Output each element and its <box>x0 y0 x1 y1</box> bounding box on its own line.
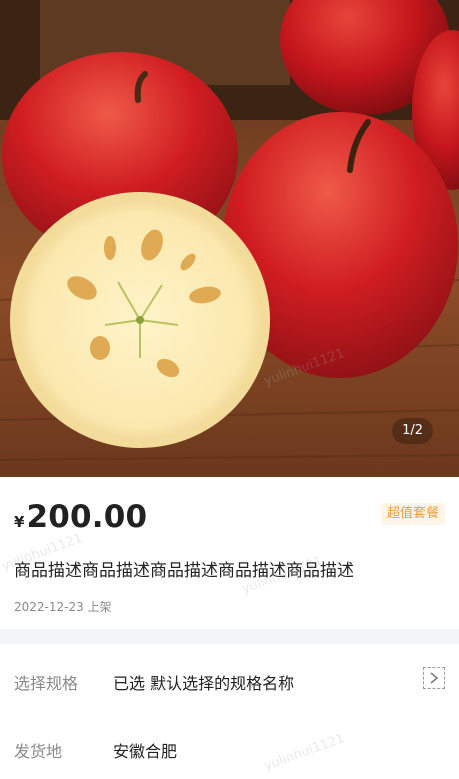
chevron-right-icon[interactable] <box>423 667 445 689</box>
spec-selector-row[interactable]: 选择规格 已选 默认选择的规格名称 <box>0 644 459 716</box>
spec-label: 选择规格 <box>14 674 79 693</box>
shipping-origin-value: 安徽合肥 <box>113 742 178 761</box>
currency-symbol: ¥ <box>14 513 25 531</box>
listing-date: 2022-12-23 上架 <box>14 600 112 614</box>
carousel-page-indicator: 1/2 <box>392 418 433 444</box>
product-photo-apples <box>0 0 459 461</box>
section-divider <box>0 629 459 644</box>
product-price: ¥ 200.00 <box>14 499 147 535</box>
product-image-carousel[interactable]: 1/2 <box>0 0 459 477</box>
value-bundle-badge: 超值套餐 <box>380 503 445 525</box>
product-title: 商品描述商品描述商品描述商品描述商品描述 <box>14 561 354 581</box>
shipping-label: 发货地 <box>14 742 63 761</box>
shipping-origin-row: 发货地 安徽合肥 <box>0 716 459 779</box>
price-amount: 200.00 <box>26 499 148 535</box>
product-summary: ¥ 200.00 超值套餐 商品描述商品描述商品描述商品描述商品描述 2022-… <box>0 477 459 629</box>
spec-selected-value: 已选 默认选择的规格名称 <box>113 674 295 693</box>
